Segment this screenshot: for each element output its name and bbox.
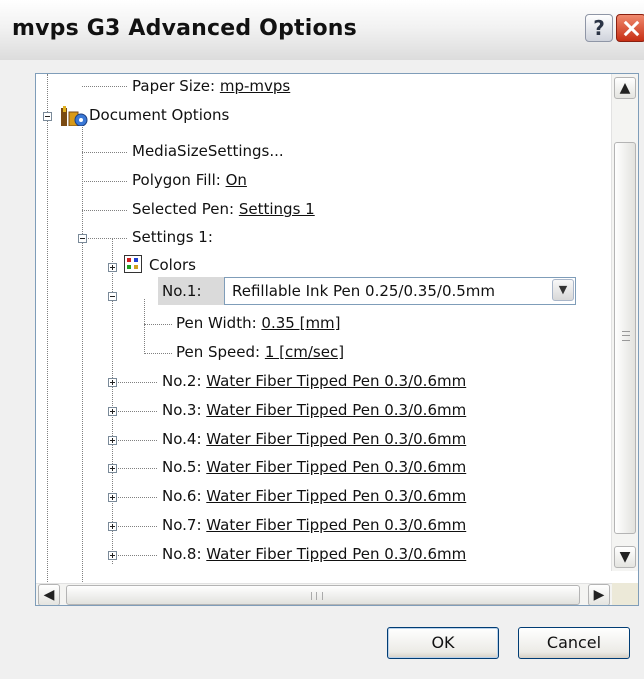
grip-icon [311,592,323,600]
pen-item-no4[interactable]: No.4: Water Fiber Tipped Pen 0.3/0.6mm [162,430,466,448]
tree-connector [112,440,157,441]
pen-label: No.2: [162,372,207,390]
tree-connector [82,124,83,584]
minus-box-icon[interactable] [78,234,87,243]
pen-speed-label: Pen Speed: [176,343,265,361]
tree-connector [112,497,157,498]
tree-connector [112,411,157,412]
grip-icon [622,331,630,341]
no1-pen-dropdown-value: Refillable Ink Pen 0.25/0.35/0.5mm [232,282,496,300]
polygon-fill-item[interactable]: Polygon Fill: On [132,171,247,189]
plus-box-icon[interactable] [108,522,117,531]
pen-item-no6[interactable]: No.6: Water Fiber Tipped Pen 0.3/0.6mm [162,487,466,505]
options-tree[interactable]: Paper Size: mp-mvps Document Options Med… [35,73,639,606]
tree-connector [112,468,157,469]
plus-box-icon[interactable] [108,378,117,387]
scroll-up-button[interactable]: ▲ [614,77,636,99]
pen-item-no3[interactable]: No.3: Water Fiber Tipped Pen 0.3/0.6mm [162,401,466,419]
pen-width-item[interactable]: Pen Width: 0.35 [mm] [176,314,341,332]
colors-item[interactable]: Colors [149,256,196,274]
pen-value[interactable]: Water Fiber Tipped Pen 0.3/0.6mm [206,545,466,563]
pen-label: No.3: [162,401,207,419]
vertical-scroll-thumb[interactable] [614,142,636,534]
tree-connector [82,238,127,239]
pen-value[interactable]: Water Fiber Tipped Pen 0.3/0.6mm [206,430,466,448]
tree-connector [144,353,172,354]
pen-speed-value[interactable]: 1 [cm/sec] [265,343,344,361]
pen-label: No.6: [162,487,207,505]
pen-label: No.4: [162,430,207,448]
tree-connector [144,299,145,354]
pen-speed-item[interactable]: Pen Speed: 1 [cm/sec] [176,343,344,361]
color-palette-icon [124,255,142,273]
title-bar: mvps G3 Advanced Options ? [0,0,644,61]
polygon-fill-label: Polygon Fill: [132,171,226,189]
scroll-down-button[interactable]: ▼ [614,546,636,568]
pen-item-no7[interactable]: No.7: Water Fiber Tipped Pen 0.3/0.6mm [162,516,466,534]
pen-value[interactable]: Water Fiber Tipped Pen 0.3/0.6mm [206,487,466,505]
tree-connector [112,555,157,556]
tree-connector [144,324,172,325]
pen-value[interactable]: Water Fiber Tipped Pen 0.3/0.6mm [206,458,466,476]
selected-pen-item[interactable]: Selected Pen: Settings 1 [132,200,315,218]
settings1-item[interactable]: Settings 1: [132,228,213,246]
plus-box-icon[interactable] [108,493,117,502]
selected-pen-value[interactable]: Settings 1 [239,200,315,218]
close-button[interactable] [616,14,644,42]
no1-label[interactable]: No.1: [162,282,202,300]
document-options-icon [61,106,88,126]
chevron-down-icon[interactable]: ▼ [552,279,574,301]
minus-box-icon[interactable] [108,292,117,301]
plus-box-icon[interactable] [108,436,117,445]
pen-item-no2[interactable]: No.2: Water Fiber Tipped Pen 0.3/0.6mm [162,372,466,390]
help-button[interactable]: ? [585,14,613,42]
selected-pen-label: Selected Pen: [132,200,239,218]
scroll-left-button[interactable]: ◀ [38,584,60,605]
tree-connector [112,526,157,527]
scrollbar-corner [612,583,638,605]
paper-size-item[interactable]: Paper Size: mp-mvps [132,77,290,95]
tree-connector [82,181,127,182]
plus-box-icon[interactable] [108,551,117,560]
pen-value[interactable]: Water Fiber Tipped Pen 0.3/0.6mm [206,401,466,419]
tree-connector [82,210,127,211]
window-title: mvps G3 Advanced Options [12,16,357,41]
document-options-item[interactable]: Document Options [89,106,229,124]
plus-box-icon[interactable] [108,464,117,473]
plus-box-icon[interactable] [108,263,117,272]
paper-size-label: Paper Size: [132,77,220,95]
pen-label: No.7: [162,516,207,534]
minus-box-icon[interactable] [43,112,52,121]
pen-label: No.8: [162,545,207,563]
scroll-right-button[interactable]: ▶ [588,584,610,605]
no1-pen-dropdown[interactable]: Refillable Ink Pen 0.25/0.35/0.5mm ▼ [224,277,576,305]
horizontal-scroll-thumb[interactable] [66,585,580,605]
pen-value[interactable]: Water Fiber Tipped Pen 0.3/0.6mm [206,516,466,534]
media-size-settings-item[interactable]: MediaSizeSettings... [132,142,284,160]
paper-size-value[interactable]: mp-mvps [220,77,290,95]
pen-label: No.5: [162,458,207,476]
horizontal-scrollbar[interactable]: ◀ ▶ [36,583,612,605]
tree-connector [47,74,48,584]
polygon-fill-value[interactable]: On [226,171,247,189]
tree-connector [112,239,113,564]
pen-value[interactable]: Water Fiber Tipped Pen 0.3/0.6mm [206,372,466,390]
tree-connector [82,86,127,87]
ok-button[interactable]: OK [387,627,499,659]
tree-connector [82,152,127,153]
pen-item-no8[interactable]: No.8: Water Fiber Tipped Pen 0.3/0.6mm [162,545,466,563]
vertical-scrollbar[interactable]: ▲ ▼ [611,74,638,571]
pen-width-label: Pen Width: [176,314,262,332]
pen-width-value[interactable]: 0.35 [mm] [261,314,340,332]
cancel-button[interactable]: Cancel [518,627,630,659]
pen-item-no5[interactable]: No.5: Water Fiber Tipped Pen 0.3/0.6mm [162,458,466,476]
plus-box-icon[interactable] [108,407,117,416]
tree-connector [112,382,157,383]
